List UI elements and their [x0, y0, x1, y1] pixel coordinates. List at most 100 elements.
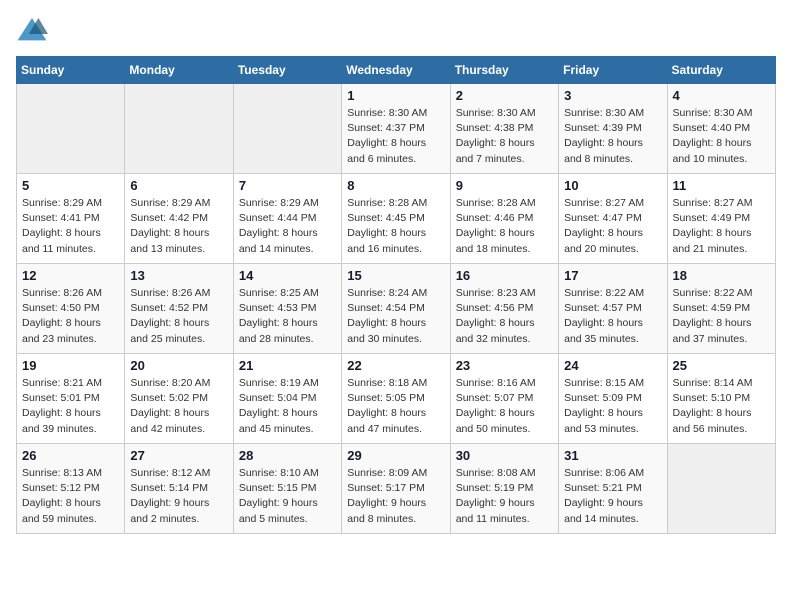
- weekday-header-friday: Friday: [559, 57, 667, 84]
- day-number: 10: [564, 178, 661, 193]
- calendar-cell: 10 Sunrise: 8:27 AM Sunset: 4:47 PM Dayli…: [559, 174, 667, 264]
- day-detail: Sunrise: 8:12 AM Sunset: 5:14 PM Dayligh…: [130, 466, 227, 527]
- day-detail: Sunrise: 8:22 AM Sunset: 4:59 PM Dayligh…: [673, 286, 770, 347]
- weekday-header-wednesday: Wednesday: [342, 57, 450, 84]
- calendar-cell: 28 Sunrise: 8:10 AM Sunset: 5:15 PM Dayli…: [233, 444, 341, 534]
- day-detail: Sunrise: 8:28 AM Sunset: 4:45 PM Dayligh…: [347, 196, 444, 257]
- day-detail: Sunrise: 8:19 AM Sunset: 5:04 PM Dayligh…: [239, 376, 336, 437]
- day-number: 18: [673, 268, 770, 283]
- calendar-cell: 11 Sunrise: 8:27 AM Sunset: 4:49 PM Dayli…: [667, 174, 775, 264]
- day-number: 6: [130, 178, 227, 193]
- day-detail: Sunrise: 8:27 AM Sunset: 4:47 PM Dayligh…: [564, 196, 661, 257]
- day-number: 27: [130, 448, 227, 463]
- calendar-cell: 14 Sunrise: 8:25 AM Sunset: 4:53 PM Dayli…: [233, 264, 341, 354]
- day-detail: Sunrise: 8:27 AM Sunset: 4:49 PM Dayligh…: [673, 196, 770, 257]
- calendar-cell: 15 Sunrise: 8:24 AM Sunset: 4:54 PM Dayli…: [342, 264, 450, 354]
- calendar-cell: 16 Sunrise: 8:23 AM Sunset: 4:56 PM Dayli…: [450, 264, 558, 354]
- calendar-cell: 5 Sunrise: 8:29 AM Sunset: 4:41 PM Daylig…: [17, 174, 125, 264]
- calendar-cell: 22 Sunrise: 8:18 AM Sunset: 5:05 PM Dayli…: [342, 354, 450, 444]
- weekday-header-thursday: Thursday: [450, 57, 558, 84]
- day-detail: Sunrise: 8:25 AM Sunset: 4:53 PM Dayligh…: [239, 286, 336, 347]
- weekday-header-sunday: Sunday: [17, 57, 125, 84]
- logo: [16, 16, 52, 44]
- day-detail: Sunrise: 8:20 AM Sunset: 5:02 PM Dayligh…: [130, 376, 227, 437]
- day-detail: Sunrise: 8:06 AM Sunset: 5:21 PM Dayligh…: [564, 466, 661, 527]
- day-number: 13: [130, 268, 227, 283]
- day-number: 14: [239, 268, 336, 283]
- day-detail: Sunrise: 8:30 AM Sunset: 4:40 PM Dayligh…: [673, 106, 770, 167]
- calendar-cell: [233, 84, 341, 174]
- calendar-cell: 25 Sunrise: 8:14 AM Sunset: 5:10 PM Dayli…: [667, 354, 775, 444]
- day-detail: Sunrise: 8:26 AM Sunset: 4:52 PM Dayligh…: [130, 286, 227, 347]
- day-number: 31: [564, 448, 661, 463]
- day-number: 5: [22, 178, 119, 193]
- calendar-cell: 24 Sunrise: 8:15 AM Sunset: 5:09 PM Dayli…: [559, 354, 667, 444]
- day-number: 15: [347, 268, 444, 283]
- calendar-cell: 6Sunrise: 8:29 AM Sunset: 4:42 PM Daylig…: [125, 174, 233, 264]
- calendar-cell: 7 Sunrise: 8:29 AM Sunset: 4:44 PM Daylig…: [233, 174, 341, 264]
- calendar-cell: [667, 444, 775, 534]
- day-number: 11: [673, 178, 770, 193]
- calendar-cell: 12Sunrise: 8:26 AM Sunset: 4:50 PM Dayli…: [17, 264, 125, 354]
- calendar-cell: 23 Sunrise: 8:16 AM Sunset: 5:07 PM Dayli…: [450, 354, 558, 444]
- day-number: 28: [239, 448, 336, 463]
- day-number: 7: [239, 178, 336, 193]
- day-detail: Sunrise: 8:28 AM Sunset: 4:46 PM Dayligh…: [456, 196, 553, 257]
- day-number: 19: [22, 358, 119, 373]
- day-detail: Sunrise: 8:30 AM Sunset: 4:39 PM Dayligh…: [564, 106, 661, 167]
- calendar-cell: 27 Sunrise: 8:12 AM Sunset: 5:14 PM Dayli…: [125, 444, 233, 534]
- calendar-cell: [17, 84, 125, 174]
- calendar-cell: 26Sunrise: 8:13 AM Sunset: 5:12 PM Dayli…: [17, 444, 125, 534]
- day-number: 23: [456, 358, 553, 373]
- day-detail: Sunrise: 8:16 AM Sunset: 5:07 PM Dayligh…: [456, 376, 553, 437]
- calendar-cell: 29 Sunrise: 8:09 AM Sunset: 5:17 PM Dayli…: [342, 444, 450, 534]
- day-detail: Sunrise: 8:09 AM Sunset: 5:17 PM Dayligh…: [347, 466, 444, 527]
- day-number: 21: [239, 358, 336, 373]
- day-detail: Sunrise: 8:22 AM Sunset: 4:57 PM Dayligh…: [564, 286, 661, 347]
- calendar-cell: 31 Sunrise: 8:06 AM Sunset: 5:21 PM Dayli…: [559, 444, 667, 534]
- weekday-header-monday: Monday: [125, 57, 233, 84]
- day-detail: Sunrise: 8:29 AM Sunset: 4:41 PM Dayligh…: [22, 196, 119, 257]
- day-detail: Sunrise: 8:14 AM Sunset: 5:10 PM Dayligh…: [673, 376, 770, 437]
- logo-icon: [16, 16, 48, 44]
- weekday-header-tuesday: Tuesday: [233, 57, 341, 84]
- calendar-cell: 4 Sunrise: 8:30 AM Sunset: 4:40 PM Daylig…: [667, 84, 775, 174]
- day-number: 9: [456, 178, 553, 193]
- day-number: 4: [673, 88, 770, 103]
- day-detail: Sunrise: 8:24 AM Sunset: 4:54 PM Dayligh…: [347, 286, 444, 347]
- day-number: 1: [347, 88, 444, 103]
- calendar-cell: 2 Sunrise: 8:30 AM Sunset: 4:38 PM Daylig…: [450, 84, 558, 174]
- day-number: 2: [456, 88, 553, 103]
- day-number: 29: [347, 448, 444, 463]
- day-number: 25: [673, 358, 770, 373]
- day-detail: Sunrise: 8:15 AM Sunset: 5:09 PM Dayligh…: [564, 376, 661, 437]
- calendar-cell: 18 Sunrise: 8:22 AM Sunset: 4:59 PM Dayli…: [667, 264, 775, 354]
- day-number: 24: [564, 358, 661, 373]
- calendar-cell: [125, 84, 233, 174]
- page-header: [16, 16, 776, 44]
- day-number: 16: [456, 268, 553, 283]
- calendar-cell: 30 Sunrise: 8:08 AM Sunset: 5:19 PM Dayli…: [450, 444, 558, 534]
- weekday-header-saturday: Saturday: [667, 57, 775, 84]
- day-number: 30: [456, 448, 553, 463]
- day-detail: Sunrise: 8:08 AM Sunset: 5:19 PM Dayligh…: [456, 466, 553, 527]
- day-detail: Sunrise: 8:30 AM Sunset: 4:37 PM Dayligh…: [347, 106, 444, 167]
- calendar-cell: 3 Sunrise: 8:30 AM Sunset: 4:39 PM Daylig…: [559, 84, 667, 174]
- day-detail: Sunrise: 8:29 AM Sunset: 4:44 PM Dayligh…: [239, 196, 336, 257]
- day-detail: Sunrise: 8:10 AM Sunset: 5:15 PM Dayligh…: [239, 466, 336, 527]
- day-detail: Sunrise: 8:21 AM Sunset: 5:01 PM Dayligh…: [22, 376, 119, 437]
- calendar-cell: 13 Sunrise: 8:26 AM Sunset: 4:52 PM Dayli…: [125, 264, 233, 354]
- day-detail: Sunrise: 8:30 AM Sunset: 4:38 PM Dayligh…: [456, 106, 553, 167]
- day-number: 3: [564, 88, 661, 103]
- day-number: 20: [130, 358, 227, 373]
- day-detail: Sunrise: 8:26 AM Sunset: 4:50 PM Dayligh…: [22, 286, 119, 347]
- day-number: 26: [22, 448, 119, 463]
- day-number: 17: [564, 268, 661, 283]
- calendar-cell: 20 Sunrise: 8:20 AM Sunset: 5:02 PM Dayli…: [125, 354, 233, 444]
- day-detail: Sunrise: 8:23 AM Sunset: 4:56 PM Dayligh…: [456, 286, 553, 347]
- calendar-cell: 19 Sunrise: 8:21 AM Sunset: 5:01 PM Dayli…: [17, 354, 125, 444]
- calendar-cell: 21 Sunrise: 8:19 AM Sunset: 5:04 PM Dayli…: [233, 354, 341, 444]
- calendar-cell: 9 Sunrise: 8:28 AM Sunset: 4:46 PM Daylig…: [450, 174, 558, 264]
- day-detail: Sunrise: 8:18 AM Sunset: 5:05 PM Dayligh…: [347, 376, 444, 437]
- day-number: 22: [347, 358, 444, 373]
